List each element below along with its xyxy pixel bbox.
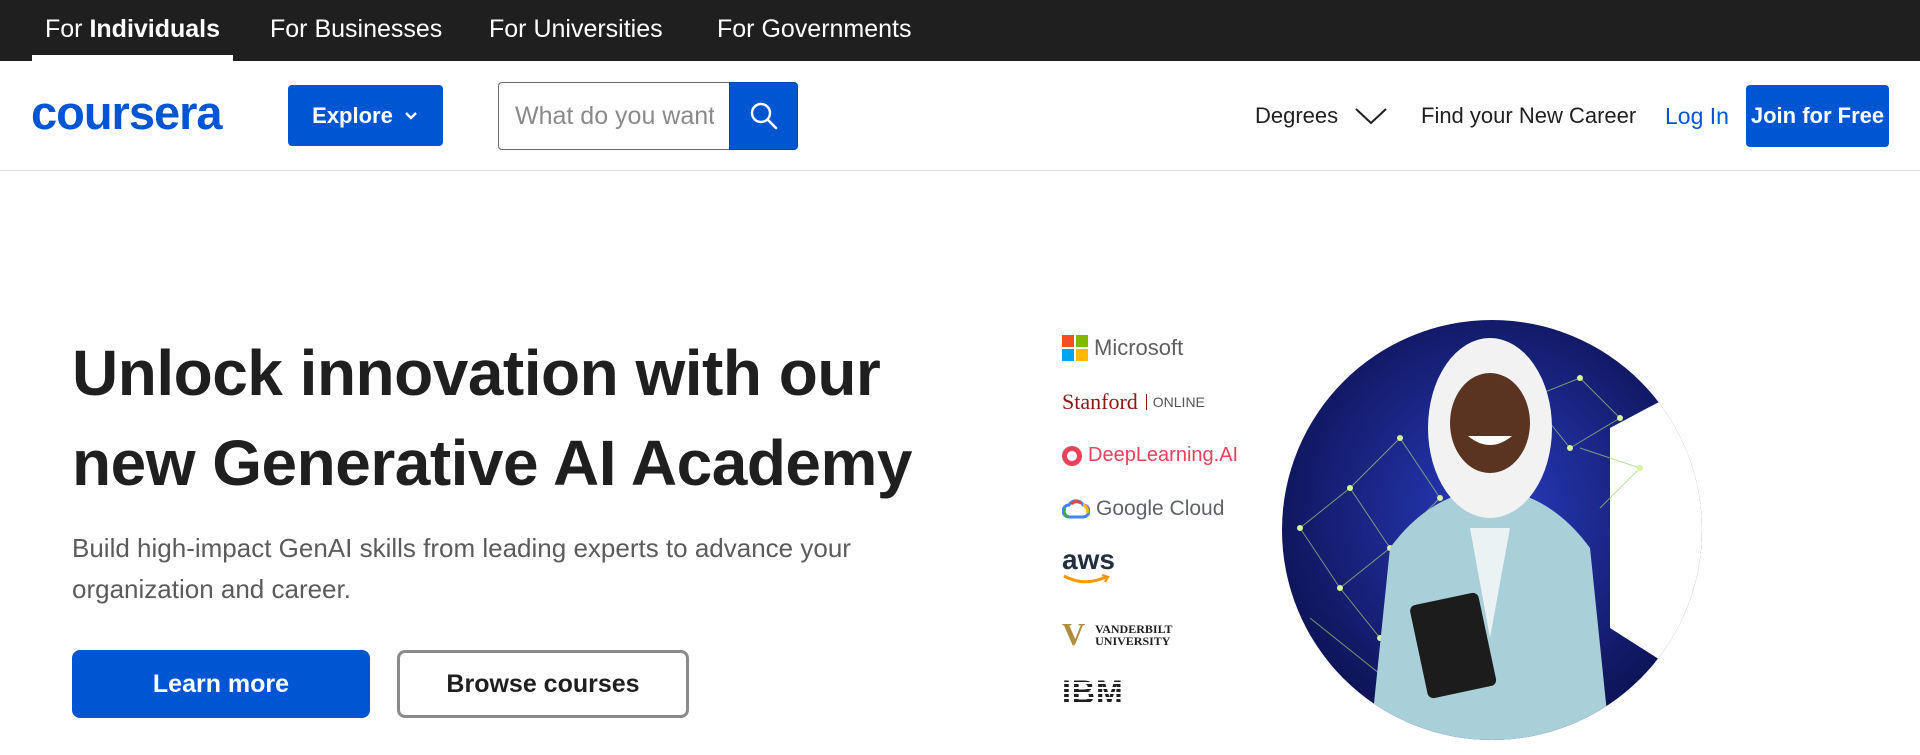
hero-subtitle: Build high-impact GenAI skills from lead… bbox=[72, 528, 892, 610]
google-cloud-label: Google Cloud bbox=[1096, 497, 1225, 520]
main-header: coursera Explore Degrees Find your New C… bbox=[0, 61, 1920, 171]
search-bar bbox=[498, 82, 798, 150]
google-cloud-logo: Google Cloud bbox=[1062, 497, 1224, 521]
degrees-label: Degrees bbox=[1255, 103, 1339, 128]
microsoft-label: Microsoft bbox=[1094, 335, 1184, 360]
aws-logo: aws bbox=[1062, 544, 1115, 585]
browse-courses-button[interactable]: Browse courses bbox=[397, 650, 689, 718]
hero-title-line1: Unlock innovation with our bbox=[72, 337, 881, 409]
hero-title: Unlock innovation with our new Generativ… bbox=[72, 328, 972, 508]
hero-subtitle-line2: organization and career. bbox=[72, 574, 351, 604]
find-new-career-link[interactable]: Find your New Career bbox=[1421, 61, 1636, 171]
join-for-free-button[interactable]: Join for Free bbox=[1746, 85, 1889, 147]
coursera-logo[interactable]: coursera bbox=[31, 85, 223, 140]
hero-subtitle-line1: Build high-impact GenAI skills from lead… bbox=[72, 533, 851, 563]
tab-for-governments[interactable]: For Governments bbox=[704, 0, 925, 61]
search-button[interactable] bbox=[729, 82, 798, 150]
vanderbilt-university-logo: V VANDERBILT UNIVERSITY bbox=[1062, 616, 1172, 653]
chevron-down-icon bbox=[404, 111, 417, 120]
aws-label: aws bbox=[1062, 544, 1115, 575]
hero-title-line2: new Generative AI Academy bbox=[72, 427, 913, 499]
audience-nav-bar: For Individuals For Businesses For Unive… bbox=[0, 0, 1920, 61]
tab-for-individuals[interactable]: For Individuals bbox=[32, 0, 234, 61]
vanderbilt-line2: UNIVERSITY bbox=[1095, 633, 1171, 648]
vanderbilt-wordmark: VANDERBILT UNIVERSITY bbox=[1095, 623, 1172, 647]
search-input[interactable] bbox=[498, 82, 730, 150]
tab-individuals-prefix: For bbox=[45, 15, 90, 43]
hero-learner-image bbox=[1282, 320, 1702, 740]
tab-individuals-bold: Individuals bbox=[89, 15, 221, 43]
stanford-online-label: ONLINE bbox=[1145, 394, 1205, 410]
explore-label: Explore bbox=[312, 102, 393, 128]
microsoft-squares-icon bbox=[1062, 335, 1088, 361]
deeplearning-label: DeepLearning.AI bbox=[1088, 444, 1239, 466]
ibm-logo: IBM bbox=[1062, 674, 1124, 710]
deeplearning-icon bbox=[1062, 445, 1082, 466]
degrees-dropdown[interactable]: Degrees bbox=[1255, 61, 1388, 171]
learn-more-button[interactable]: Learn more bbox=[72, 650, 370, 718]
stanford-online-logo: Stanford ONLINE bbox=[1062, 389, 1205, 415]
search-icon bbox=[750, 102, 777, 130]
chevron-down-icon bbox=[1355, 108, 1387, 125]
vanderbilt-line1: VANDERBILT bbox=[1095, 621, 1173, 636]
vanderbilt-v-icon: V bbox=[1062, 616, 1086, 652]
aws-smile-icon bbox=[1063, 573, 1110, 584]
explore-button[interactable]: Explore bbox=[288, 85, 443, 146]
deeplearning-ai-logo: DeepLearning.AI bbox=[1062, 444, 1238, 467]
login-link[interactable]: Log In bbox=[1665, 61, 1729, 171]
tab-for-universities[interactable]: For Universities bbox=[476, 0, 676, 61]
stanford-label: Stanford bbox=[1062, 389, 1138, 414]
google-cloud-icon bbox=[1062, 499, 1090, 519]
microsoft-logo: Microsoft bbox=[1062, 335, 1183, 361]
tab-for-businesses[interactable]: For Businesses bbox=[257, 0, 455, 61]
